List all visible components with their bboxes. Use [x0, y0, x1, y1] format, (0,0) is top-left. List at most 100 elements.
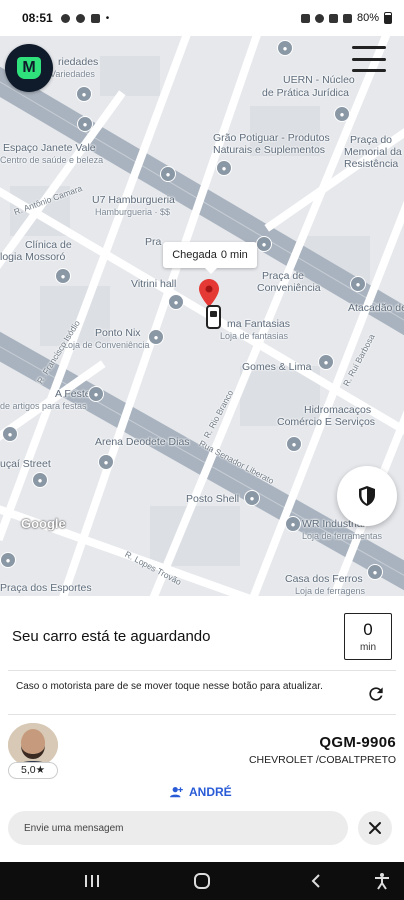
vehicle-plate: QGM-9906	[319, 734, 396, 751]
map-label: UERN - Núcleo	[283, 74, 355, 86]
poi-marker[interactable]: ●	[55, 268, 71, 284]
map-label: Grão Potiguar - Produtos	[213, 132, 330, 144]
map-label: Hidromacaços	[304, 404, 372, 416]
alarm-icon	[300, 13, 310, 23]
poi-marker[interactable]: ●	[0, 552, 16, 568]
trip-status-title: Seu carro está te aguardando	[12, 628, 211, 645]
poi-marker[interactable]: ●	[76, 86, 92, 102]
close-button[interactable]	[358, 811, 392, 845]
poi-marker[interactable]: ●	[367, 564, 383, 580]
poi-marker[interactable]: ●	[318, 354, 334, 370]
arrival-value: 0 min	[220, 249, 248, 261]
gallery-icon	[90, 13, 100, 23]
divider	[8, 670, 396, 671]
map-label: Naturais e Suplementos	[213, 144, 326, 156]
notification-icon	[60, 13, 70, 23]
dot-icon: •	[105, 12, 110, 24]
map-label: uçaí Street	[0, 458, 51, 470]
poi-marker[interactable]: ●	[160, 166, 176, 182]
map-label: Pra	[145, 236, 162, 248]
driver-rating: 5,0★	[8, 762, 58, 779]
map-label: de artigos para festas	[0, 401, 87, 411]
map-view[interactable]: riedades Variedades UERN - Núcleo de Prá…	[0, 36, 404, 596]
shield-icon	[359, 486, 375, 506]
menu-button[interactable]	[350, 42, 388, 76]
map-label: Ponto Nix	[95, 327, 141, 339]
poi-marker[interactable]: ●	[148, 329, 164, 345]
car-icon	[206, 305, 221, 329]
map-label: Gomes & Lima	[242, 361, 312, 373]
messenger-icon	[75, 13, 85, 23]
signal-icon	[342, 13, 352, 23]
poi-marker[interactable]: ●	[2, 426, 18, 442]
poi-marker[interactable]: ●	[32, 472, 48, 488]
map-label: Loja de fantasias	[220, 331, 289, 341]
map-label: de Prática Jurídica	[262, 87, 349, 99]
star-icon: ★	[35, 764, 46, 776]
back-icon	[311, 874, 320, 888]
driver-name: ANDRÉ	[189, 785, 232, 799]
eta-minutes-unit: min	[359, 642, 377, 653]
poi-marker[interactable]: ●	[350, 276, 366, 292]
map-label: Loja de ferragens	[295, 586, 366, 596]
map-label: Praça de	[262, 270, 305, 282]
map-label: Arena Deodete Dias	[95, 436, 190, 448]
poi-marker[interactable]: ●	[98, 454, 114, 470]
map-label: Comércio E Serviços	[277, 416, 376, 428]
poi-marker[interactable]: ●	[77, 116, 93, 132]
map-label: Conveniência	[257, 282, 321, 294]
close-icon	[369, 822, 381, 834]
poi-marker[interactable]: ●	[168, 294, 184, 310]
poi-marker[interactable]: ●	[256, 236, 272, 252]
hamburger-menu-icon	[352, 46, 386, 49]
avatar	[8, 723, 58, 767]
map-label: Variedades	[50, 69, 95, 79]
map-label: Praça dos Esportes	[0, 582, 92, 594]
divider	[8, 714, 396, 715]
logo-mark-icon: M	[17, 57, 41, 79]
home-button[interactable]	[190, 870, 214, 892]
status-time: 08:51	[22, 11, 53, 25]
system-navigation-bar	[0, 862, 404, 900]
app-logo: M	[5, 44, 53, 92]
safety-button[interactable]	[337, 466, 397, 526]
map-label: logia Mossoró	[0, 251, 66, 263]
wifi-icon	[328, 13, 338, 23]
notification-icons: •	[60, 12, 110, 24]
map-label: Espaço Janete Vale	[3, 142, 96, 154]
poi-marker[interactable]: ●	[277, 40, 293, 56]
message-input[interactable]	[8, 811, 348, 845]
accessibility-button[interactable]	[370, 870, 394, 892]
map-label: Memorial da	[344, 146, 402, 158]
map-label: Loja de Conveniência	[63, 340, 150, 350]
poi-marker[interactable]: ●	[216, 160, 232, 176]
vehicle-model: CHEVROLET /COBALTPRETO	[248, 754, 396, 766]
recent-apps-button[interactable]	[80, 870, 104, 892]
back-button[interactable]	[304, 870, 328, 892]
poi-marker[interactable]: ●	[286, 436, 302, 452]
driver-photo	[8, 723, 58, 767]
google-attribution: Google	[21, 516, 66, 531]
poi-marker[interactable]: ●	[88, 386, 104, 402]
trip-status-panel: Seu carro está te aguardando 0 min Caso …	[0, 596, 404, 862]
home-icon	[194, 873, 210, 889]
driver-name-link[interactable]: ANDRÉ	[170, 785, 232, 799]
status-bar: 08:51 • 80%	[0, 0, 404, 36]
map-label: Loja de ferramentas	[302, 531, 383, 541]
map-label: Atacadão de	[348, 302, 404, 314]
arrival-tooltip: Chegada 0 min	[163, 242, 257, 274]
location-icon	[314, 13, 324, 23]
map-label: Hamburgueria · $$	[95, 207, 171, 217]
map-label: Resistência	[344, 158, 399, 170]
poi-marker[interactable]: ●	[334, 106, 350, 122]
battery-text: 80%	[356, 12, 379, 24]
poi-marker[interactable]: ●	[244, 490, 260, 506]
map-label: Praça do	[350, 134, 393, 146]
refresh-hint: Caso o motorista pare de se mover toque …	[16, 681, 323, 692]
rating-value: 5,0	[20, 764, 36, 776]
arrival-label: Chegada	[172, 249, 217, 261]
map-label: A Feste	[55, 388, 91, 400]
refresh-button[interactable]	[362, 680, 390, 708]
map-label: ma Fantasias	[227, 318, 291, 330]
poi-marker[interactable]: ●	[285, 516, 301, 532]
